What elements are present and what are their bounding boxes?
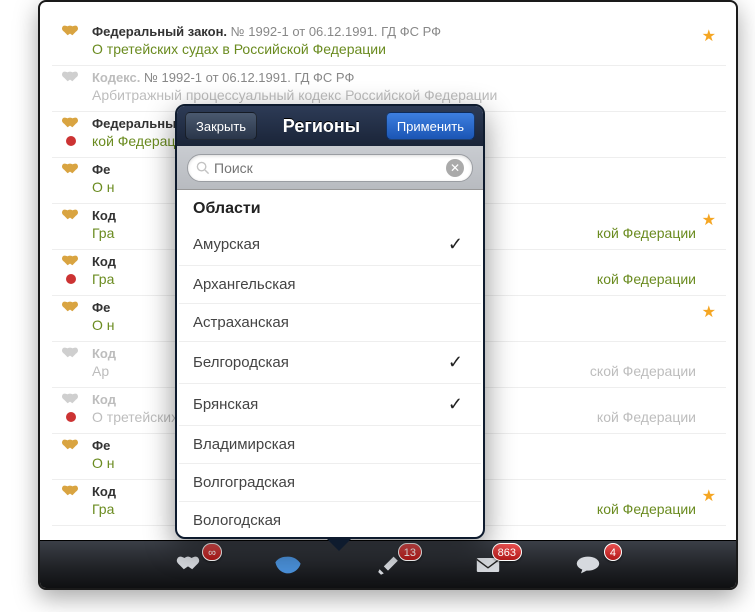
emblem-icon (60, 24, 80, 40)
doc-title: Арбитражный процессуальный кодекс Россий… (92, 87, 696, 103)
alert-dot (66, 412, 76, 422)
tools-tab[interactable]: 13 (368, 549, 408, 581)
region-label: Вологодская (193, 512, 281, 529)
app-window: Федеральный закон. № 1992-1 от 06.12.199… (38, 0, 738, 590)
tools-icon (374, 553, 402, 577)
popover-header: Закрыть Регионы Применить (177, 106, 483, 146)
chat-badge: 4 (604, 543, 622, 561)
region-label: Амурская (193, 236, 260, 253)
emblem-icon (60, 300, 80, 316)
region-label: Астраханская (193, 314, 289, 331)
document-item[interactable]: Федеральный закон. № 1992-1 от 06.12.199… (52, 20, 726, 66)
doc-title-tail: ской Федерации (590, 363, 696, 379)
doc-title-tail: кой Федерации (597, 409, 696, 425)
region-item[interactable]: Брянская ✓ (179, 383, 481, 425)
tools-badge: 13 (398, 543, 422, 561)
alert-dot (66, 136, 76, 146)
bottom-toolbar: ∞ 13 863 4 (40, 540, 736, 588)
region-item[interactable]: Волгоградская (179, 463, 481, 501)
doc-header: Федеральный закон. № 1992-1 от 06.12.199… (92, 24, 696, 39)
star-icon[interactable]: ★ (702, 210, 716, 230)
section-header: Области (179, 190, 481, 224)
regions-tab[interactable] (268, 549, 308, 581)
region-item[interactable]: Астраханская (179, 303, 481, 341)
star-icon[interactable]: ★ (702, 486, 716, 506)
check-icon: ✓ (448, 394, 463, 415)
star-icon[interactable]: ★ (702, 302, 716, 322)
emblem-icon (60, 162, 80, 178)
check-icon: ✓ (448, 352, 463, 373)
region-list[interactable]: Области Амурская ✓ Архангельская Астраханск… (179, 190, 481, 535)
clear-search-icon[interactable]: ✕ (446, 159, 464, 177)
region-item[interactable]: Вологодская (179, 501, 481, 535)
search-input[interactable] (214, 160, 446, 176)
emblem-badge: ∞ (202, 543, 222, 561)
region-label: Брянская (193, 396, 258, 413)
doc-title-tail: кой Федерации (597, 501, 696, 517)
doc-title-tail: кой Федерации (597, 225, 696, 241)
popover-arrow (325, 537, 353, 551)
search-bar: ✕ (177, 146, 483, 190)
region-item[interactable]: Белгородская ✓ (179, 341, 481, 383)
check-icon: ✓ (448, 234, 463, 255)
map-icon (274, 553, 302, 577)
emblem-icon (60, 70, 80, 86)
region-item[interactable]: Амурская ✓ (179, 224, 481, 265)
region-label: Белгородская (193, 354, 289, 371)
popover-title: Регионы (283, 116, 360, 137)
eagle-icon (174, 553, 202, 577)
mail-tab[interactable]: 863 (468, 549, 508, 581)
emblem-icon (60, 116, 80, 132)
region-item[interactable]: Владимирская (179, 425, 481, 463)
emblem-icon (60, 484, 80, 500)
close-button[interactable]: Закрыть (185, 112, 257, 140)
mail-badge: 863 (492, 543, 522, 561)
region-label: Архангельская (193, 276, 296, 293)
star-icon[interactable]: ★ (702, 26, 716, 46)
chat-icon (574, 553, 602, 577)
doc-header: Кодекс. № 1992-1 от 06.12.1991. ГД ФС РФ (92, 70, 696, 85)
regions-popover: Закрыть Регионы Применить ✕ Области Амур… (175, 104, 485, 539)
apply-button[interactable]: Применить (386, 112, 475, 140)
region-item[interactable]: Архангельская (179, 265, 481, 303)
emblem-tab[interactable]: ∞ (168, 549, 208, 581)
emblem-icon (60, 438, 80, 454)
emblem-icon (60, 346, 80, 362)
doc-title-tail: кой Федерации (597, 271, 696, 287)
region-label: Владимирская (193, 436, 295, 453)
search-icon (196, 161, 210, 175)
emblem-icon (60, 208, 80, 224)
chat-tab[interactable]: 4 (568, 549, 608, 581)
region-label: Волгоградская (193, 474, 295, 491)
alert-dot (66, 274, 76, 284)
doc-title: О третейских судах в Российской Федераци… (92, 41, 696, 57)
emblem-icon (60, 254, 80, 270)
emblem-icon (60, 392, 80, 408)
